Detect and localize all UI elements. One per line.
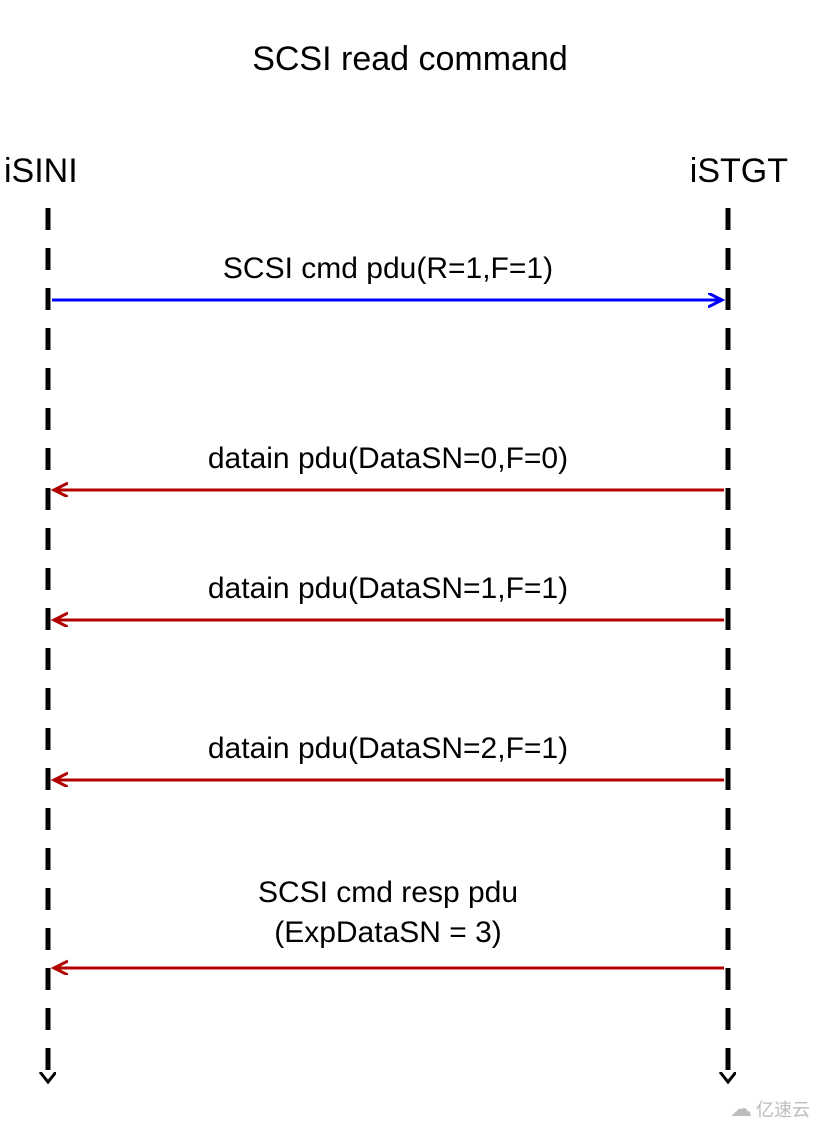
msg-label-3: datain pdu(DataSN=1,F=1): [68, 572, 708, 606]
watermark-text: 亿速云: [756, 1096, 810, 1122]
msg-label-5b: (ExpDataSN = 3): [68, 916, 708, 950]
msg-label-5a: SCSI cmd resp pdu: [68, 876, 708, 910]
cloud-icon: ☁: [730, 1096, 752, 1122]
msg-label-2: datain pdu(DataSN=0,F=0): [68, 442, 708, 476]
msg-label-4: datain pdu(DataSN=2,F=1): [68, 732, 708, 766]
sequence-canvas: [0, 0, 820, 1132]
msg-label-1: SCSI cmd pdu(R=1,F=1): [68, 252, 708, 286]
watermark: ☁ 亿速云: [730, 1096, 810, 1122]
